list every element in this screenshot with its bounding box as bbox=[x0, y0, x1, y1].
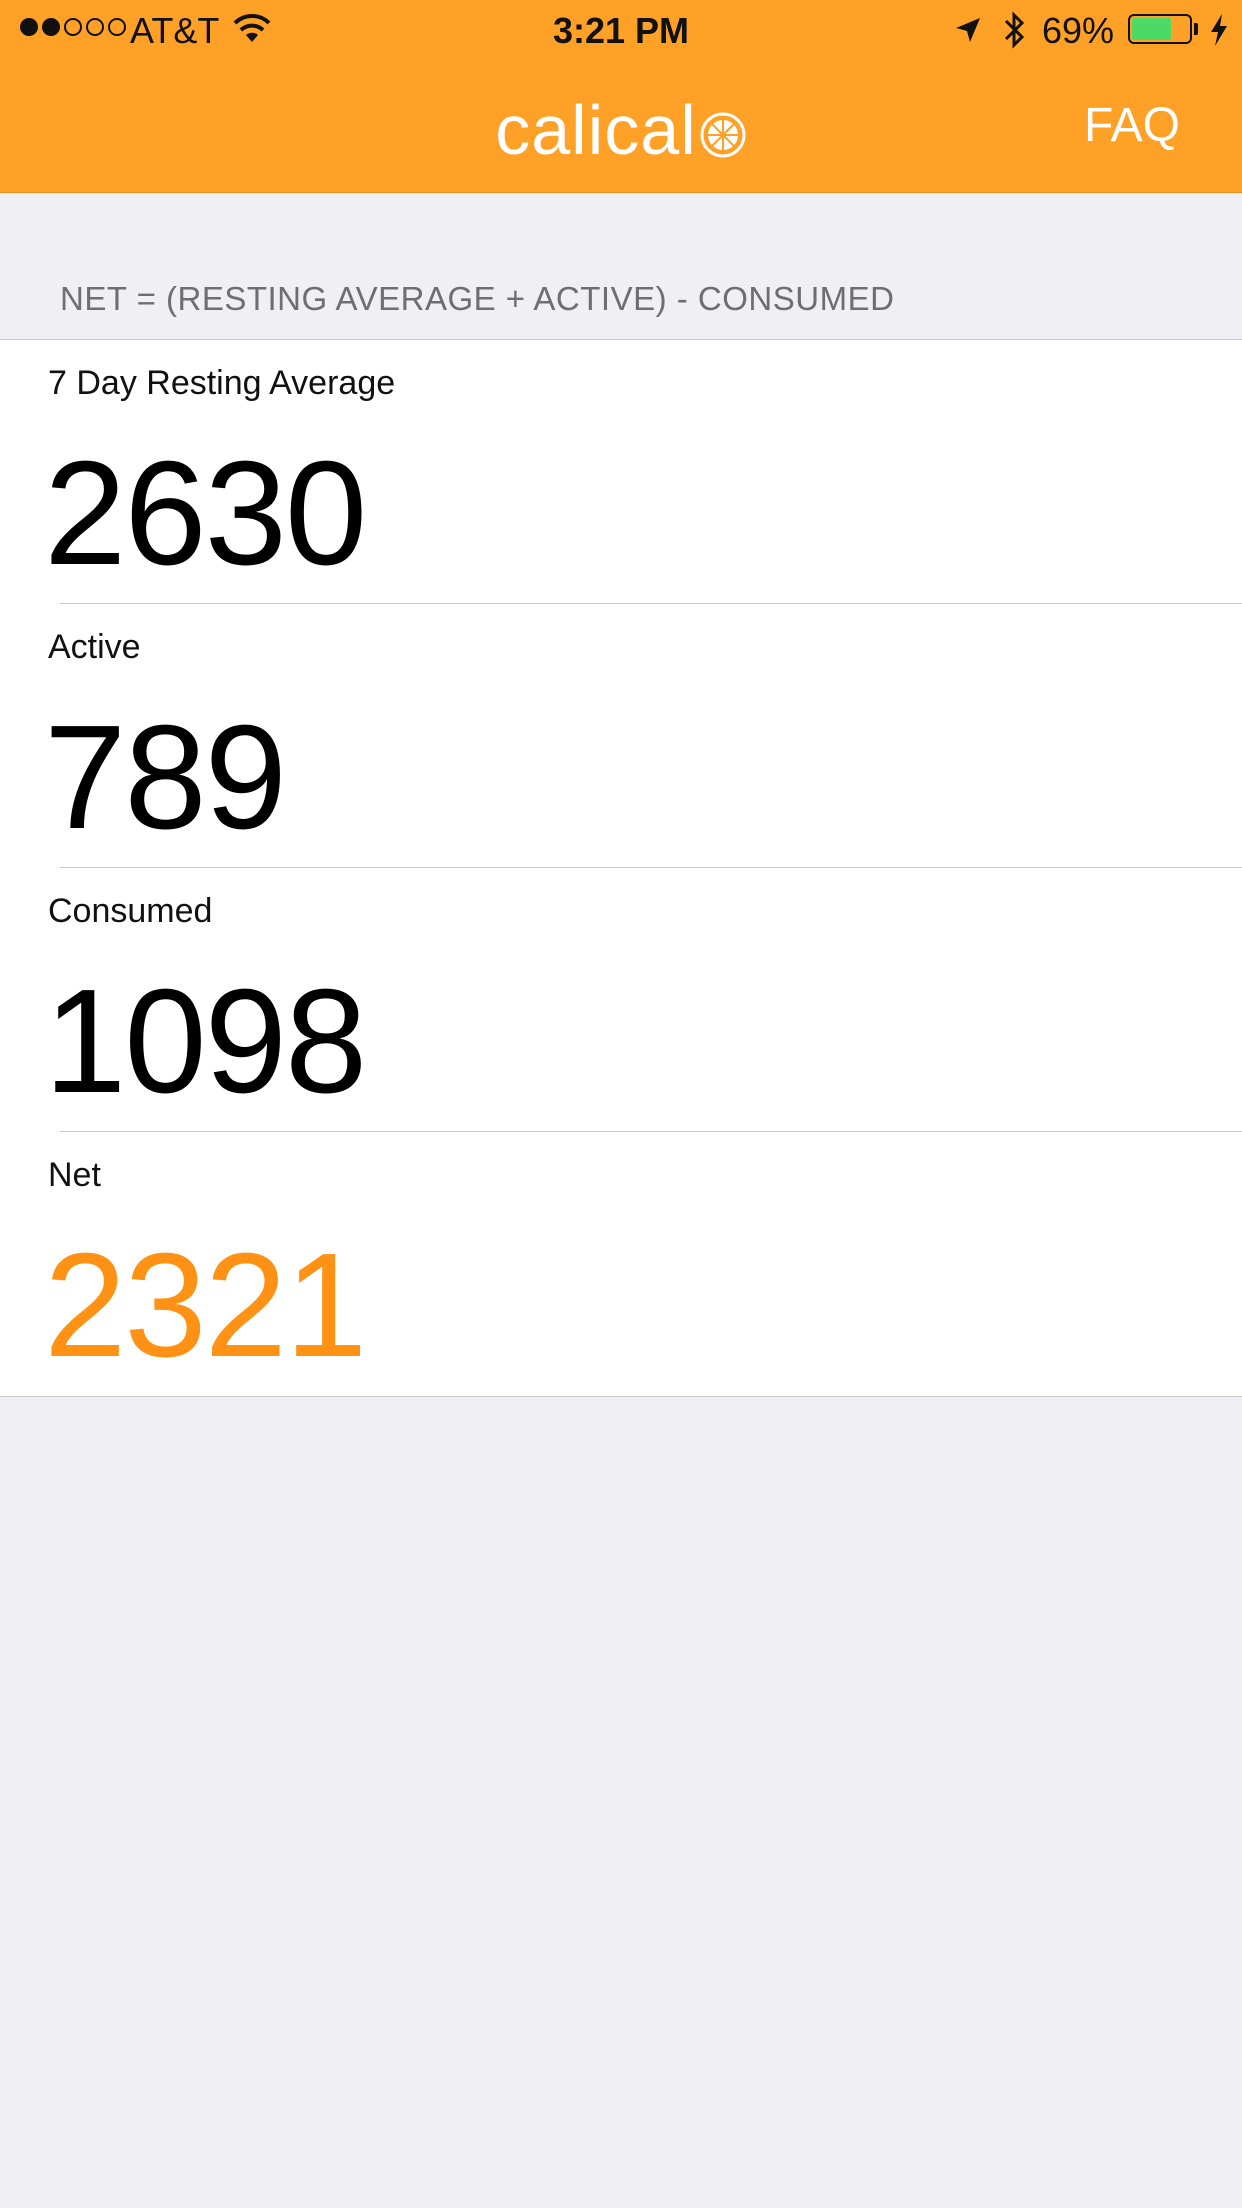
battery-percent: 69% bbox=[1042, 10, 1115, 51]
battery-fill bbox=[1132, 18, 1171, 40]
row-label: Active bbox=[48, 628, 141, 666]
calorie-list: 7 Day Resting Average 2630 Active 789 Co… bbox=[0, 339, 1242, 1397]
status-bar: AT&T 3:21 PM 69% bbox=[0, 0, 1242, 60]
list-item-resting-average[interactable]: 7 Day Resting Average 2630 bbox=[0, 340, 1242, 604]
net-value: 2321 bbox=[44, 1223, 367, 1388]
nav-bar: calical FAQ bbox=[0, 60, 1242, 192]
list-item-active[interactable]: Active 789 bbox=[0, 604, 1242, 868]
orange-slice-logo-icon bbox=[700, 112, 746, 158]
row-label: Net bbox=[48, 1156, 101, 1194]
app-logo: calical bbox=[0, 90, 1242, 170]
row-value: 1098 bbox=[44, 959, 367, 1124]
formula-header: NET = (RESTING AVERAGE + ACTIVE) - CONSU… bbox=[60, 280, 895, 317]
list-item-net[interactable]: Net 2321 bbox=[0, 1132, 1242, 1396]
faq-button[interactable]: FAQ bbox=[1084, 98, 1180, 153]
bluetooth-icon bbox=[1004, 11, 1025, 49]
row-label: Consumed bbox=[48, 892, 213, 930]
charging-bolt-icon bbox=[1211, 14, 1227, 46]
battery-cap bbox=[1194, 23, 1198, 35]
row-value: 789 bbox=[44, 695, 287, 860]
header: AT&T 3:21 PM 69% calical FAQ bbox=[0, 0, 1242, 193]
row-value: 2630 bbox=[44, 431, 367, 596]
screen: AT&T 3:21 PM 69% calical FAQ NET = (REST… bbox=[0, 0, 1242, 2208]
logo-text: calical bbox=[495, 91, 697, 169]
battery-icon bbox=[1128, 14, 1192, 44]
location-arrow-icon bbox=[956, 18, 980, 42]
row-label: 7 Day Resting Average bbox=[48, 364, 396, 402]
list-item-consumed[interactable]: Consumed 1098 bbox=[0, 868, 1242, 1132]
